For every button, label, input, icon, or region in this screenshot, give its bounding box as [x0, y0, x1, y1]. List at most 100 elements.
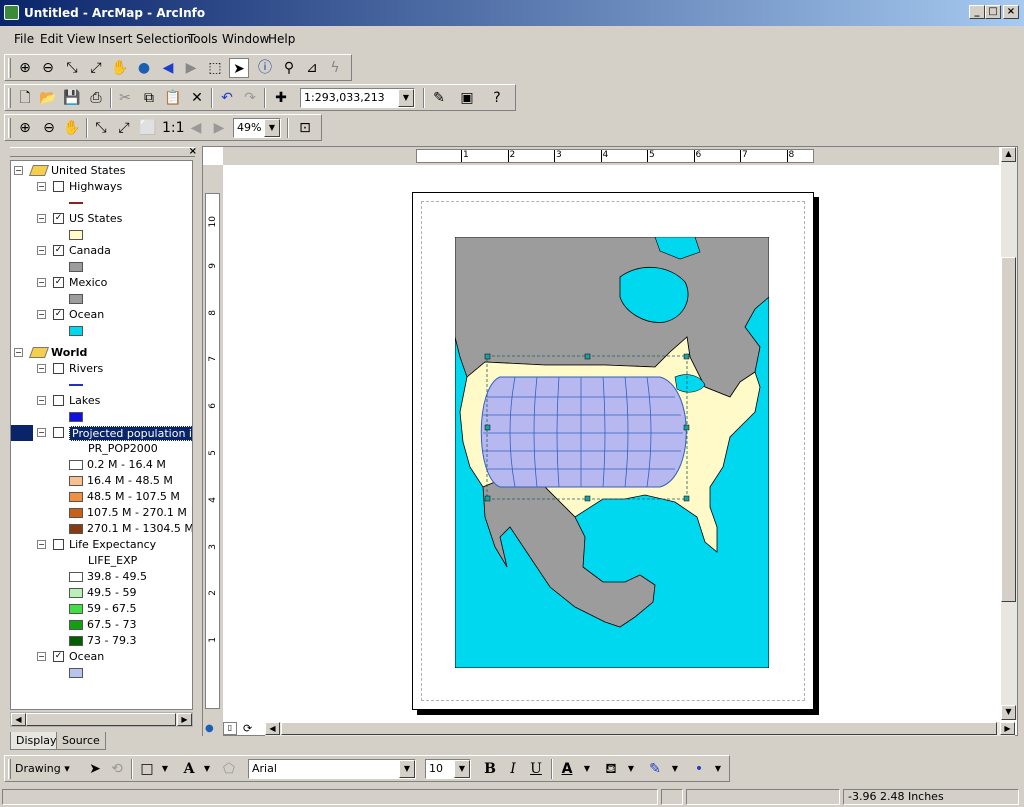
- font-name-combo[interactable]: Arial ▼: [248, 759, 416, 779]
- new-text-icon[interactable]: A: [179, 759, 199, 779]
- toc-layer-row[interactable]: − ✓ Ocean: [11, 307, 192, 323]
- layout-zoom-in-icon[interactable]: ⊕: [15, 118, 35, 138]
- scroll-right-icon[interactable]: ▶: [177, 713, 192, 726]
- layer-visibility-checkbox[interactable]: ✓: [53, 277, 64, 288]
- collapse-minus-icon[interactable]: −: [37, 278, 46, 287]
- layer-visibility-checkbox[interactable]: [53, 181, 64, 192]
- toc-layer-row[interactable]: − ✓ US States: [11, 211, 192, 227]
- full-extent-globe-icon[interactable]: ●: [134, 58, 154, 78]
- select-elements-arrow-icon[interactable]: ➤: [229, 58, 249, 78]
- layout-view-page-icon[interactable]: ▯: [223, 722, 237, 735]
- layout-pan-icon[interactable]: ✋: [62, 118, 82, 138]
- layout-fixed-zoom-in-icon[interactable]: ⤡: [91, 118, 111, 138]
- italic-icon[interactable]: I: [503, 759, 523, 779]
- paste-icon[interactable]: 📋: [163, 88, 183, 108]
- zoom-whole-page-icon[interactable]: ⬜: [138, 118, 158, 138]
- add-data-icon[interactable]: ✚: [271, 88, 291, 108]
- new-rectangle-icon[interactable]: □: [137, 759, 157, 779]
- toc-group-row[interactable]: − World: [11, 345, 192, 361]
- measure-icon[interactable]: ⊿: [302, 58, 322, 78]
- fill-color-bucket-icon[interactable]: ⛾: [601, 759, 621, 779]
- toc-layer-row[interactable]: − ✓ Mexico: [11, 275, 192, 291]
- view-vertical-scrollbar[interactable]: ▲ ▼: [1001, 147, 1017, 720]
- menu-tools[interactable]: Tools: [188, 32, 218, 46]
- undo-icon[interactable]: ↶: [217, 88, 237, 108]
- marker-color-icon[interactable]: •: [689, 759, 709, 779]
- chevron-down-icon[interactable]: ▼: [665, 759, 685, 779]
- collapse-minus-icon[interactable]: −: [37, 364, 46, 373]
- collapse-minus-icon[interactable]: −: [37, 396, 46, 405]
- menu-view[interactable]: View: [67, 32, 95, 46]
- minimize-button[interactable]: _: [969, 5, 985, 19]
- forward-arrow-icon[interactable]: ▶: [181, 58, 201, 78]
- map-data-frame[interactable]: [455, 237, 769, 668]
- toc-layer-row[interactable]: − ✓ Canada: [11, 243, 192, 259]
- layout-zoom-combo[interactable]: 49% ▼: [233, 118, 281, 138]
- layout-view[interactable]: 12345678 10 9 8 7 6 5 4 3 2 1 ▲ ▼ ● ▯ ⟳ …: [202, 146, 1018, 737]
- fixed-zoom-in-icon[interactable]: ⤡: [62, 58, 82, 78]
- collapse-minus-icon[interactable]: −: [37, 246, 46, 255]
- copy-icon[interactable]: ⧉: [139, 88, 159, 108]
- bold-icon[interactable]: B: [480, 759, 500, 779]
- layout-zoom-out-icon[interactable]: ⊖: [39, 118, 59, 138]
- maximize-button[interactable]: □: [985, 5, 1001, 19]
- refresh-icon[interactable]: ⟳: [243, 722, 252, 735]
- toc-horizontal-scrollbar[interactable]: ◀ ▶: [10, 712, 193, 727]
- collapse-minus-icon[interactable]: −: [37, 540, 46, 549]
- toc-layer-row[interactable]: − Life Expectancy: [11, 537, 192, 553]
- collapse-minus-icon[interactable]: −: [14, 166, 23, 175]
- layer-visibility-checkbox[interactable]: ✓: [53, 651, 64, 662]
- scroll-thumb[interactable]: [1001, 257, 1016, 602]
- hyperlink-bolt-icon[interactable]: ϟ: [325, 58, 345, 78]
- layer-visibility-checkbox[interactable]: [53, 427, 64, 438]
- back-arrow-icon[interactable]: ◀: [158, 58, 178, 78]
- cut-icon[interactable]: ✂: [115, 88, 135, 108]
- collapse-minus-icon[interactable]: −: [37, 428, 46, 437]
- zoom-100-percent-icon[interactable]: 1:1: [162, 118, 185, 138]
- chevron-down-icon[interactable]: ▼: [264, 119, 280, 137]
- layer-visibility-checkbox[interactable]: [53, 539, 64, 550]
- drawing-menu[interactable]: Drawing ▾: [15, 762, 70, 775]
- scroll-left-icon[interactable]: ◀: [11, 713, 26, 726]
- chevron-down-icon[interactable]: ▼: [621, 759, 641, 779]
- layout-forward-icon[interactable]: ▶: [209, 118, 229, 138]
- delete-x-icon[interactable]: ✕: [187, 88, 207, 108]
- toc-close-icon[interactable]: ×: [189, 146, 197, 157]
- select-features-icon[interactable]: ⬚: [205, 58, 225, 78]
- menu-help[interactable]: Help: [268, 32, 295, 46]
- rotate-icon[interactable]: ⟲: [107, 759, 127, 779]
- chevron-down-icon[interactable]: ▼: [398, 89, 414, 107]
- whats-this-help-icon[interactable]: ?: [487, 88, 507, 108]
- zoom-out-icon[interactable]: ⊖: [38, 58, 58, 78]
- chevron-down-icon[interactable]: ▼: [197, 759, 217, 779]
- toc-layer-row[interactable]: − Projected population in 20: [11, 425, 192, 441]
- line-color-icon[interactable]: ✎: [645, 759, 665, 779]
- fixed-zoom-out-icon[interactable]: ⤢: [86, 58, 106, 78]
- font-color-icon[interactable]: A: [557, 759, 577, 779]
- new-document-icon[interactable]: 🗋: [15, 88, 35, 108]
- menu-window[interactable]: Window: [222, 32, 269, 46]
- open-folder-icon[interactable]: 📂: [38, 88, 58, 108]
- editor-toolbar-icon[interactable]: ✎: [429, 88, 449, 108]
- zoom-in-icon[interactable]: ⊕: [15, 58, 35, 78]
- chevron-down-icon[interactable]: ▼: [577, 759, 597, 779]
- tab-display[interactable]: Display: [10, 732, 63, 750]
- chevron-down-icon[interactable]: ▼: [454, 760, 470, 778]
- collapse-minus-icon[interactable]: −: [37, 310, 46, 319]
- layer-visibility-checkbox[interactable]: [53, 363, 64, 374]
- collapse-minus-icon[interactable]: −: [37, 652, 46, 661]
- collapse-minus-icon[interactable]: −: [37, 214, 46, 223]
- layout-back-icon[interactable]: ◀: [186, 118, 206, 138]
- toc-group-row[interactable]: − United States: [11, 163, 192, 179]
- view-horizontal-scrollbar[interactable]: ◀ ▶: [265, 722, 1015, 736]
- menu-insert[interactable]: Insert: [98, 32, 132, 46]
- menu-edit[interactable]: Edit: [40, 32, 63, 46]
- chevron-down-icon[interactable]: ▼: [708, 759, 728, 779]
- scroll-up-icon[interactable]: ▲: [1001, 147, 1016, 162]
- data-view-globe-icon[interactable]: ●: [205, 723, 214, 734]
- chevron-down-icon[interactable]: ▼: [399, 760, 415, 778]
- scroll-thumb[interactable]: [281, 722, 997, 735]
- toc-title-grip[interactable]: [10, 147, 195, 157]
- scroll-down-icon[interactable]: ▼: [1001, 705, 1016, 720]
- collapse-minus-icon[interactable]: −: [37, 182, 46, 191]
